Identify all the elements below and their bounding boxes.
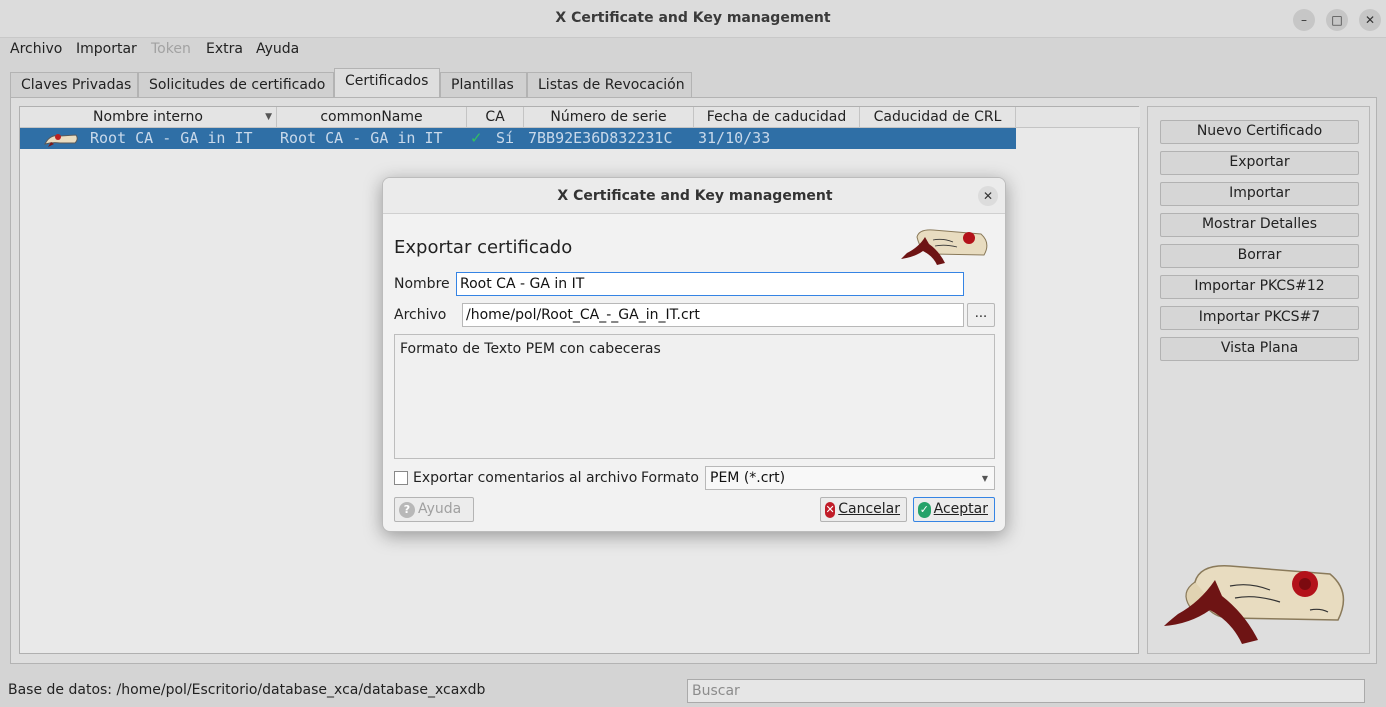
- table-row[interactable]: Root CA - GA in IT Root CA - GA in IT ✓ …: [20, 128, 1016, 149]
- export-comments-label[interactable]: Exportar comentarios al archivo: [413, 470, 637, 486]
- maximize-button[interactable]: □: [1326, 9, 1348, 31]
- list-header: Nombre interno ▼ commonName CA Número de…: [20, 107, 1140, 128]
- accept-button-label: Aceptar: [933, 501, 988, 517]
- export-dialog: X Certificate and Key management ✕ Expor…: [382, 177, 1006, 532]
- menu-importar[interactable]: Importar: [76, 41, 137, 57]
- tab-plantillas[interactable]: Plantillas: [440, 72, 527, 98]
- cell-internal-name: Root CA - GA in IT: [90, 129, 253, 147]
- column-header-ca[interactable]: CA: [467, 107, 524, 128]
- check-icon: ✓: [470, 129, 483, 147]
- tab-certificados[interactable]: Certificados: [334, 68, 440, 98]
- cell-expiry: 31/10/33: [698, 129, 771, 147]
- database-path: Base de datos: /home/pol/Escritorio/data…: [8, 682, 486, 698]
- action-panel: Nuevo Certificado Exportar Importar Most…: [1147, 106, 1370, 654]
- chevron-down-icon: ▼: [981, 474, 988, 483]
- check-icon: ✓: [918, 502, 931, 518]
- format-label: Formato: [641, 470, 699, 486]
- accept-button[interactable]: ✓ Aceptar: [913, 497, 995, 522]
- column-label: Nombre interno: [93, 109, 203, 125]
- help-button-label: Ayuda: [418, 501, 462, 517]
- show-details-button[interactable]: Mostrar Detalles: [1160, 213, 1359, 237]
- dialog-close-icon[interactable]: ✕: [978, 186, 998, 206]
- window-titlebar: X Certificate and Key management – □ ✕: [0, 0, 1386, 38]
- menu-archivo[interactable]: Archivo: [10, 41, 62, 57]
- cell-common-name: Root CA - GA in IT: [280, 129, 443, 147]
- cancel-button-label: Cancelar: [838, 501, 900, 517]
- column-header-commonname[interactable]: commonName: [277, 107, 467, 128]
- column-header-numero-serie[interactable]: Número de serie: [524, 107, 694, 128]
- dialog-heading: Exportar certificado: [394, 237, 573, 258]
- cancel-button[interactable]: ✕ Cancelar: [820, 497, 907, 522]
- file-path-input[interactable]: /home/pol/Root_CA_-_GA_in_IT.crt: [462, 303, 964, 327]
- sort-down-icon: ▼: [265, 112, 272, 122]
- tab-claves-privadas[interactable]: Claves Privadas: [10, 72, 138, 98]
- file-label: Archivo: [394, 307, 447, 323]
- import-pkcs12-button[interactable]: Importar PKCS#12: [1160, 275, 1359, 299]
- column-header-caducidad-crl[interactable]: Caducidad de CRL: [860, 107, 1016, 128]
- menu-ayuda[interactable]: Ayuda: [256, 41, 299, 57]
- menu-bar: Archivo Importar Token Extra Ayuda: [0, 38, 1386, 62]
- close-window-button[interactable]: ✕: [1359, 9, 1381, 31]
- export-comments-checkbox[interactable]: [394, 471, 408, 485]
- cell-ca: Sí: [496, 129, 515, 147]
- format-select[interactable]: PEM (*.crt) ▼: [705, 466, 995, 490]
- tab-listas-revocacion[interactable]: Listas de Revocación: [527, 72, 692, 98]
- menu-token[interactable]: Token: [151, 41, 191, 57]
- delete-button[interactable]: Borrar: [1160, 244, 1359, 268]
- flat-view-button[interactable]: Vista Plana: [1160, 337, 1359, 361]
- help-button[interactable]: ? Ayuda: [394, 497, 474, 522]
- window-title: X Certificate and Key management: [555, 10, 831, 26]
- xca-logo-small: [901, 225, 991, 271]
- menu-extra[interactable]: Extra: [206, 41, 243, 57]
- name-label: Nombre: [394, 276, 450, 292]
- cancel-icon: ✕: [825, 502, 836, 518]
- new-certificate-button[interactable]: Nuevo Certificado: [1160, 120, 1359, 144]
- search-input[interactable]: Buscar: [687, 679, 1365, 703]
- format-select-value: PEM (*.crt): [710, 470, 786, 486]
- format-description: Formato de Texto PEM con cabeceras: [394, 334, 995, 459]
- browse-button[interactable]: ...: [967, 303, 995, 327]
- help-icon: ?: [399, 502, 415, 518]
- dialog-title: X Certificate and Key management: [383, 178, 1005, 214]
- export-button[interactable]: Exportar: [1160, 151, 1359, 175]
- certificate-icon: [42, 130, 80, 152]
- import-button[interactable]: Importar: [1160, 182, 1359, 206]
- minimize-button[interactable]: –: [1293, 9, 1315, 31]
- column-header-fecha-caducidad[interactable]: Fecha de caducidad: [694, 107, 860, 128]
- tab-solicitudes[interactable]: Solicitudes de certificado: [138, 72, 334, 98]
- import-pkcs7-button[interactable]: Importar PKCS#7: [1160, 306, 1359, 330]
- xca-logo: [1160, 552, 1350, 651]
- cell-serial: 7BB92E36D832231C: [528, 129, 673, 147]
- column-header-nombre-interno[interactable]: Nombre interno ▼: [20, 107, 277, 128]
- name-input[interactable]: Root CA - GA in IT: [456, 272, 964, 296]
